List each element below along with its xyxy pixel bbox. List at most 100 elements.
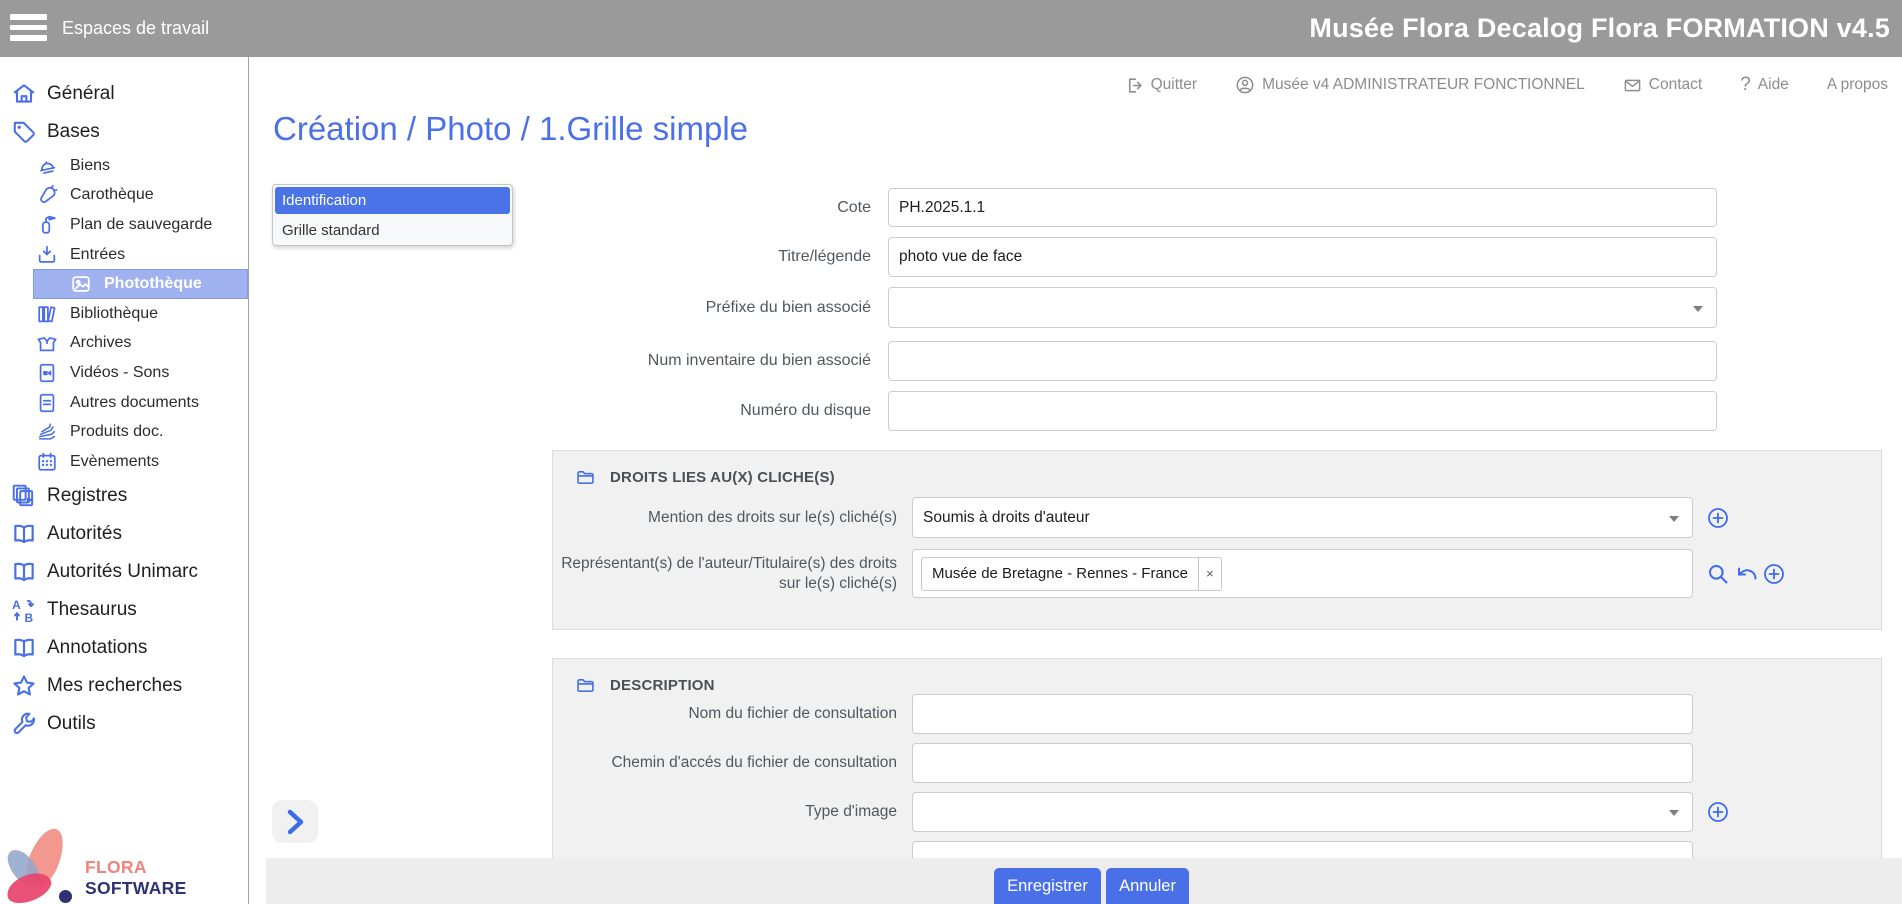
photo-icon	[68, 273, 94, 295]
chevron-right-icon	[282, 808, 308, 836]
search-icon[interactable]	[1706, 562, 1730, 586]
sidebar-item-label: Autres documents	[70, 394, 199, 412]
folder-icon	[575, 675, 596, 696]
mail-icon	[1623, 76, 1642, 95]
field-label: Chemin d'accés du fichier de consultatio…	[558, 743, 897, 783]
bell-icon	[34, 155, 60, 177]
sidebar-item-carotheque[interactable]: Carothèque	[0, 181, 248, 211]
prefixe-du-bien-associe-select[interactable]	[888, 287, 1717, 328]
calendar-icon	[34, 451, 60, 473]
nom-du-fichier-de-consultation-input[interactable]	[912, 694, 1693, 734]
footer-action-bar: Enregistrer Annuler	[266, 858, 1902, 904]
sidebar-item-produits-doc[interactable]: Produits doc.	[0, 417, 248, 447]
logo-brand-flora: FLORA	[85, 857, 146, 877]
field-label: Préfixe du bien associé	[440, 287, 871, 328]
top-bar: Espaces de travail Musée Flora Decalog F…	[0, 0, 1902, 57]
sidebar-item-label: Bases	[47, 121, 100, 143]
sidebar-item-thesaurus[interactable]: AB Thesaurus	[0, 591, 248, 629]
chip-remove-icon[interactable]: ×	[1198, 558, 1221, 590]
sidebar-item-entrees[interactable]: Entrées	[0, 240, 248, 270]
chevron-down-icon	[1669, 810, 1679, 816]
logout-icon	[1125, 76, 1144, 95]
hamburger-menu-icon[interactable]	[10, 14, 47, 42]
svg-text:B: B	[25, 610, 34, 622]
core-sample-icon	[34, 184, 60, 206]
section-panel-droits: DROITS LIES AU(X) CLICHE(S)	[552, 450, 1882, 630]
expand-panel-button[interactable]	[272, 800, 318, 843]
open-book-icon	[9, 521, 39, 547]
sidebar-item-label: Bibliothèque	[70, 305, 158, 323]
sidebar: Général Bases Biens CarothèquePlan de sauve…	[0, 57, 249, 904]
page-title: Création / Photo / 1.Grille simple	[273, 110, 748, 148]
sidebar-item-label: Mes recherches	[47, 675, 182, 697]
svg-text:A: A	[12, 597, 21, 611]
archive-box-icon	[34, 332, 60, 354]
save-button[interactable]: Enregistrer	[994, 868, 1101, 904]
representant-s-de-l-auteur-titulaire-s-des-droits-sur-le-s-cliche-s-field[interactable]: Musée de Bretagne - Rennes - France×	[912, 549, 1693, 598]
workspaces-label[interactable]: Espaces de travail	[62, 0, 209, 57]
numero-du-disque-input[interactable]	[888, 391, 1717, 431]
num-inventaire-du-bien-associe-input[interactable]	[888, 341, 1717, 381]
sidebar-item-bases[interactable]: Bases	[0, 113, 248, 151]
sidebar-item-label: Produits doc.	[70, 423, 163, 441]
logo-dot	[59, 890, 72, 903]
open-book-icon	[9, 635, 39, 661]
contact-button[interactable]: Contact	[1623, 76, 1702, 95]
sidebar-item-autorites-unimarc[interactable]: Autorités Unimarc	[0, 553, 248, 591]
sidebar-item-plan-de-sauvegarde[interactable]: Plan de sauvegarde	[0, 210, 248, 240]
sidebar-item-bibliotheque[interactable]: Bibliothèque	[0, 299, 248, 329]
sidebar-item-label: Autorités	[47, 523, 122, 545]
chemin-d-acces-du-fichier-de-consultation-input[interactable]	[912, 743, 1693, 783]
star-icon	[9, 673, 39, 699]
sidebar-item-phototheque[interactable]: Photothèque	[33, 269, 248, 299]
app-title: Musée Flora Decalog Flora FORMATION v4.5	[1309, 0, 1890, 57]
chip-label: Musée de Bretagne - Rennes - France	[922, 558, 1198, 590]
sidebar-item-label: Thesaurus	[47, 599, 137, 621]
sidebar-item-evenements[interactable]: Evènements	[0, 447, 248, 477]
header-links: Quitter Musée v4 ADMINISTRATEUR FONCTION…	[1125, 74, 1888, 96]
sidebar-item-label: Annotations	[47, 637, 147, 659]
sidebar-items: Général Bases Biens CarothèquePlan de sauve…	[0, 75, 248, 743]
add-icon[interactable]	[1706, 800, 1730, 824]
about-button[interactable]: A propos	[1827, 76, 1888, 94]
sidebar-item-label: Registres	[47, 485, 127, 507]
mention-des-droits-sur-le-s-cliche-s-select[interactable]: Soumis à droits d'auteur	[912, 497, 1693, 538]
field-label: Représentant(s) de l'auteur/Titulaire(s)…	[558, 549, 897, 598]
sidebar-item-label: Outils	[47, 713, 96, 735]
document-icon	[34, 392, 60, 414]
type-d-image-select[interactable]	[912, 792, 1693, 832]
sidebar-item-general[interactable]: Général	[0, 75, 248, 113]
sidebar-item-registres[interactable]: Registres	[0, 477, 248, 515]
video-file-icon	[34, 362, 60, 384]
sidebar-item-annotations[interactable]: Annotations	[0, 629, 248, 667]
sidebar-item-label: Evènements	[70, 453, 159, 471]
sidebar-item-outils[interactable]: Outils	[0, 705, 248, 743]
sidebar-item-biens[interactable]: Biens	[0, 151, 248, 181]
sidebar-item-label: Biens	[70, 157, 110, 175]
titre-legende-input[interactable]	[888, 237, 1717, 277]
field-label: Cote	[440, 188, 871, 227]
sidebar-item-label: Photothèque	[104, 275, 202, 293]
select-value: Soumis à droits d'auteur	[923, 509, 1090, 527]
books-icon	[34, 303, 60, 325]
question-mark-icon: ?	[1740, 74, 1751, 96]
sidebar-item-archives[interactable]: Archives	[0, 329, 248, 359]
home-icon	[9, 81, 39, 107]
field-label: Type d'image	[558, 792, 897, 832]
add-icon[interactable]	[1706, 506, 1730, 530]
sort-az-icon: AB	[9, 597, 39, 623]
paper-stack-icon	[34, 421, 60, 443]
sidebar-item-autorites[interactable]: Autorités	[0, 515, 248, 553]
sidebar-item-mes-recherches[interactable]: Mes recherches	[0, 667, 248, 705]
sidebar-item-videos-sons[interactable]: Vidéos - Sons	[0, 358, 248, 388]
quit-button[interactable]: Quitter	[1125, 76, 1198, 95]
current-user[interactable]: Musée v4 ADMINISTRATEUR FONCTIONNEL	[1235, 75, 1585, 95]
cancel-button[interactable]: Annuler	[1106, 868, 1189, 904]
field-label: Titre/légende	[440, 237, 871, 277]
cote-input[interactable]	[888, 188, 1717, 227]
undo-icon[interactable]	[1734, 562, 1760, 586]
sidebar-item-autres-documents[interactable]: Autres documents	[0, 388, 248, 418]
add-icon[interactable]	[1762, 562, 1786, 586]
help-button[interactable]: ? Aide	[1740, 74, 1789, 96]
logo-brand-software: SOFTWARE	[85, 878, 187, 898]
